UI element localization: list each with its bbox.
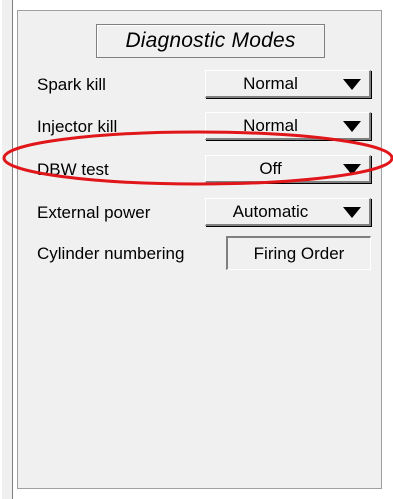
cylinder-numbering-label: Cylinder numbering — [37, 244, 185, 263]
cylinder-numbering-field[interactable]: Firing Order — [226, 236, 371, 270]
external-power-label: External power — [37, 203, 151, 222]
external-power-value: Automatic — [232, 201, 309, 221]
spark-kill-value: Normal — [243, 73, 298, 93]
window-left-frame — [0, 0, 13, 499]
injector-kill-value: Normal — [243, 115, 298, 135]
spark-kill-label: Spark kill — [37, 75, 106, 94]
external-power-dropdown[interactable]: Automatic — [205, 198, 371, 226]
injector-kill-label: Injector kill — [37, 117, 118, 136]
dbw-test-label: DBW test — [37, 160, 109, 179]
dbw-test-value: Off — [259, 158, 282, 178]
dropdown-arrow-icon — [343, 164, 361, 175]
injector-kill-dropdown[interactable]: Normal — [205, 112, 371, 140]
dropdown-arrow-icon — [343, 207, 361, 218]
dbw-test-dropdown[interactable]: Off — [205, 155, 371, 183]
dropdown-arrow-icon — [343, 121, 361, 132]
spark-kill-dropdown[interactable]: Normal — [205, 70, 371, 98]
dropdown-arrow-icon — [343, 79, 361, 90]
panel-title: Diagnostic Modes — [96, 24, 325, 58]
